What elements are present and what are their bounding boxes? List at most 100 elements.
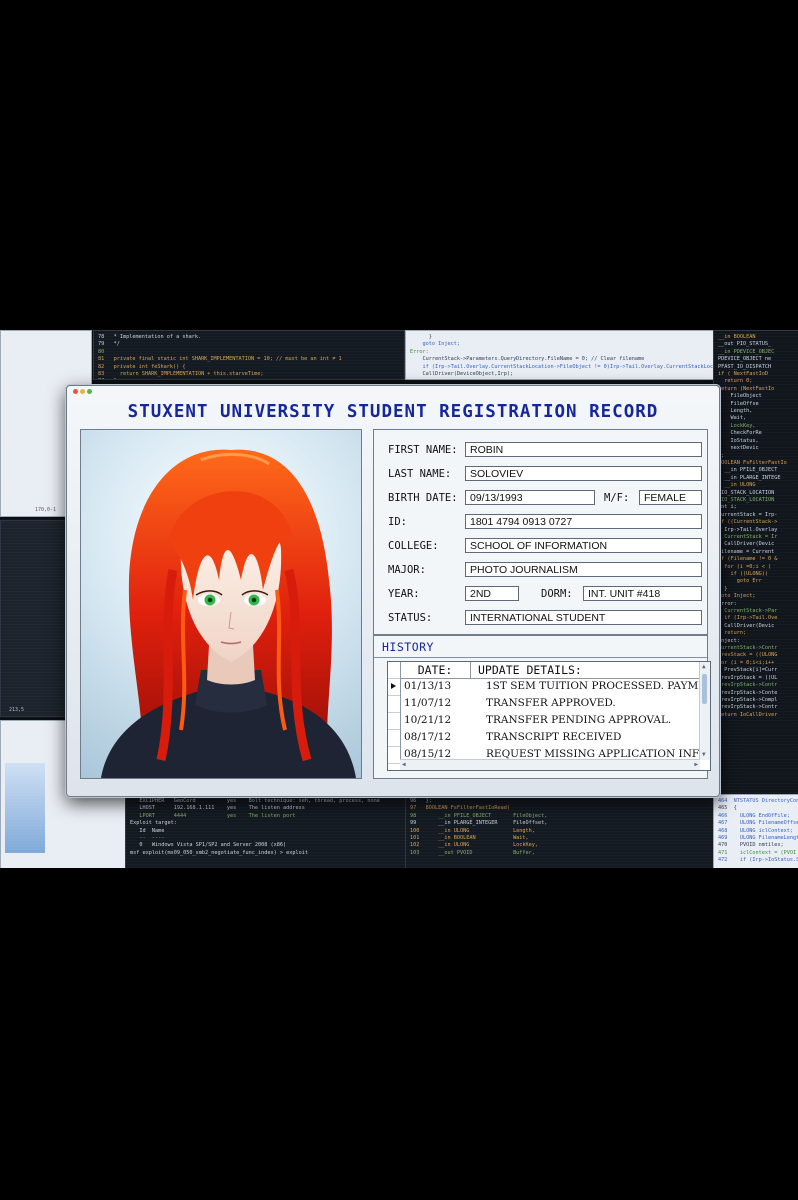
code-line: BOOLEAN FsFilterFastIo	[718, 459, 787, 466]
code-line: 78 * Implementation of a shark.	[98, 334, 202, 340]
code-line: 0 Windows Vista SP1/SP2 and Server 2008 …	[130, 842, 287, 849]
code-line: CallDriver(Devic	[718, 541, 775, 548]
code-line: PrevIrpStack->Contr	[718, 704, 778, 711]
scroll-down-icon[interactable]: ▼	[702, 751, 706, 759]
major-field[interactable]: PHOTO JOURNALISM	[465, 562, 702, 577]
window-titlebar[interactable]	[67, 386, 719, 396]
code-line: PrevIrpStack = ((UL	[718, 674, 778, 681]
code-line: return 0;	[718, 378, 753, 385]
code-window-bottom-center: 96 }; 97 BOOLEAN FsFilterFastIoRead(98 __…	[405, 794, 715, 868]
student-info-form: FIRST NAME: ROBIN LAST NAME: SOLOVIEV BI…	[373, 429, 708, 635]
code-line: PIO_STACK_LOCATION	[718, 489, 775, 496]
code-line: 98 __in PFILE_OBJECT FileObject,	[410, 812, 548, 819]
code-line: FileObject	[718, 393, 762, 400]
table-row[interactable]: 08/17/12 TRANSCRIPT RECEIVED	[400, 729, 700, 745]
code-line: Exploit target:	[130, 820, 177, 827]
current-row-pointer-icon	[388, 679, 400, 696]
status-field[interactable]: INTERNATIONAL STUDENT	[465, 610, 702, 625]
code-line: 79 */	[98, 341, 120, 348]
code-line: Id Name	[130, 827, 165, 834]
code-window-bottom-right: 464 NTSTATUS DirectoryCon 465 {466 ULONG …	[713, 794, 798, 868]
minimize-button[interactable]	[80, 389, 85, 394]
column-header-date[interactable]: DATE:	[400, 662, 471, 678]
row-update: TRANSFER PENDING APPROVAL.	[486, 714, 672, 726]
row-date: 11/07/12	[404, 697, 452, 709]
code-line: 83 return SHARK_IMPLEMENTATION + this.st…	[98, 371, 264, 378]
code-line: EXCIPHER GeoCord yes Bolt technique: seh…	[130, 798, 380, 804]
code-line: 97 BOOLEAN FsFilterFastIoRead(	[410, 805, 510, 812]
code-line: 466 ULONG EndOfFile;	[718, 812, 790, 819]
registration-record-window[interactable]: STUXENT UNIVERSITY STUDENT REGISTRATION …	[66, 385, 720, 797]
year-label: YEAR:	[388, 588, 420, 600]
birth-date-field[interactable]: 09/13/1993	[465, 490, 595, 505]
code-line: if ((ULONG)(	[718, 571, 768, 577]
id-field[interactable]: 1801 4794 0913 0727	[465, 514, 702, 529]
code-line: CurrentStack->Contr	[718, 645, 778, 652]
table-row[interactable]: 11/07/12 TRANSFER APPROVED.	[400, 695, 700, 711]
code-line: -- ----	[130, 835, 165, 842]
code-line: CurrentStack = Irp-	[718, 511, 778, 518]
code-line: int i;	[718, 504, 737, 511]
first-name-field[interactable]: ROBIN	[465, 442, 702, 457]
major-label: MAJOR:	[388, 564, 426, 576]
sex-label: M/F:	[604, 492, 630, 504]
code-window-top-center: } goto Inject; Error: CurrentStack->Param…	[405, 330, 715, 380]
row-date: 08/17/12	[404, 731, 452, 743]
code-line: for (i =0;i < (	[718, 563, 772, 570]
sex-field[interactable]: FEMALE	[639, 490, 702, 505]
code-line: msf exploit(ms09_050_smb2_negotiate_func…	[130, 849, 309, 856]
scroll-left-icon[interactable]: ◀	[402, 761, 406, 769]
table-row[interactable]: 01/13/13 1ST SEM TUITION PROCESSED. PAYM…	[400, 678, 700, 694]
column-header-update[interactable]: UPDATE DETAILS:	[478, 662, 582, 678]
dorm-field[interactable]: INT. UNIT #418	[583, 586, 702, 601]
first-name-label: FIRST NAME:	[388, 444, 458, 456]
code-line: goto Err	[718, 578, 762, 585]
code-line: 80	[98, 348, 105, 355]
row-update: TRANSCRIPT RECEIVED	[486, 731, 622, 743]
code-line: __in ULONG	[718, 482, 756, 489]
side-window-left-middle: 213,5	[0, 520, 68, 717]
code-line: __in PDEVICE_OBJEC	[718, 348, 775, 355]
code-line: LPORT 4444 yes The listen port	[130, 812, 296, 819]
vertical-scrollbar[interactable]: ▲ ▼	[699, 662, 710, 760]
code-line: return;	[718, 630, 747, 637]
code-line: 472 if (Irp->IoStatus.S	[718, 857, 798, 864]
code-line: for (i = 0;i<i;i++	[718, 659, 775, 666]
student-portrait-image	[101, 449, 356, 778]
code-line: PrevStack[i]=Curr	[718, 667, 778, 674]
scroll-thumb[interactable]	[702, 674, 707, 704]
college-field[interactable]: SCHOOL OF INFORMATION	[465, 538, 702, 553]
code-line: PFAST_IO_DISPATCH	[718, 363, 772, 370]
code-line: 100 __in ULONG Length,	[410, 827, 535, 834]
window-title: STUXENT UNIVERSITY STUDENT REGISTRATION …	[127, 402, 659, 422]
code-line: Error:	[410, 348, 429, 355]
horizontal-scrollbar[interactable]: ◀ ▶	[400, 759, 700, 770]
year-field[interactable]: 2ND	[465, 586, 519, 601]
code-line: Error:	[718, 600, 737, 607]
table-row[interactable]: 10/21/12 TRANSFER PENDING APPROVAL.	[400, 712, 700, 728]
row-update: TRANSFER APPROVED.	[486, 697, 616, 709]
code-line: PrevStack = ((ULONG	[718, 652, 778, 659]
scroll-up-icon[interactable]: ▲	[702, 663, 706, 671]
code-line: if (Irp->Tail.Ove	[718, 615, 778, 622]
history-table[interactable]: DATE: UPDATE DETAILS: 01/13/13 1ST SEM T…	[387, 661, 711, 771]
close-button[interactable]	[73, 389, 78, 394]
code-line: PrevIrpStack->Contr	[718, 682, 778, 689]
code-line: PrevIrpStack->Compl	[718, 696, 778, 703]
code-line: 468 ULONG iclContext;	[718, 827, 793, 834]
code-line: 101 __in BOOLEAN Wait,	[410, 835, 529, 842]
last-name-field[interactable]: SOLOVIEV	[465, 466, 702, 481]
scroll-right-icon[interactable]: ▶	[694, 761, 698, 769]
code-line: PrevIrpStack->Conte	[718, 689, 778, 696]
maximize-button[interactable]	[87, 389, 92, 394]
code-line: CurrentStack->Par	[718, 608, 778, 615]
code-line: }	[410, 334, 432, 340]
code-line: goto Inject;	[410, 341, 460, 348]
code-line: CallDriver(DeviceObject,Irp);	[410, 371, 514, 378]
code-line: 103 __out PVOID Buffer,	[410, 849, 535, 856]
code-line: 471 iclContext = (PVOI	[718, 849, 797, 856]
history-panel: HISTORY DATE: UPDATE DETAILS: 01/13/13 1…	[373, 635, 711, 779]
code-window-top-left: 78 * Implementation of a shark. 79 */80 81…	[93, 330, 405, 380]
code-line: PIO_STACK_LOCATION	[718, 496, 775, 503]
code-line: 470 PVOID nmtiles;	[718, 842, 784, 849]
